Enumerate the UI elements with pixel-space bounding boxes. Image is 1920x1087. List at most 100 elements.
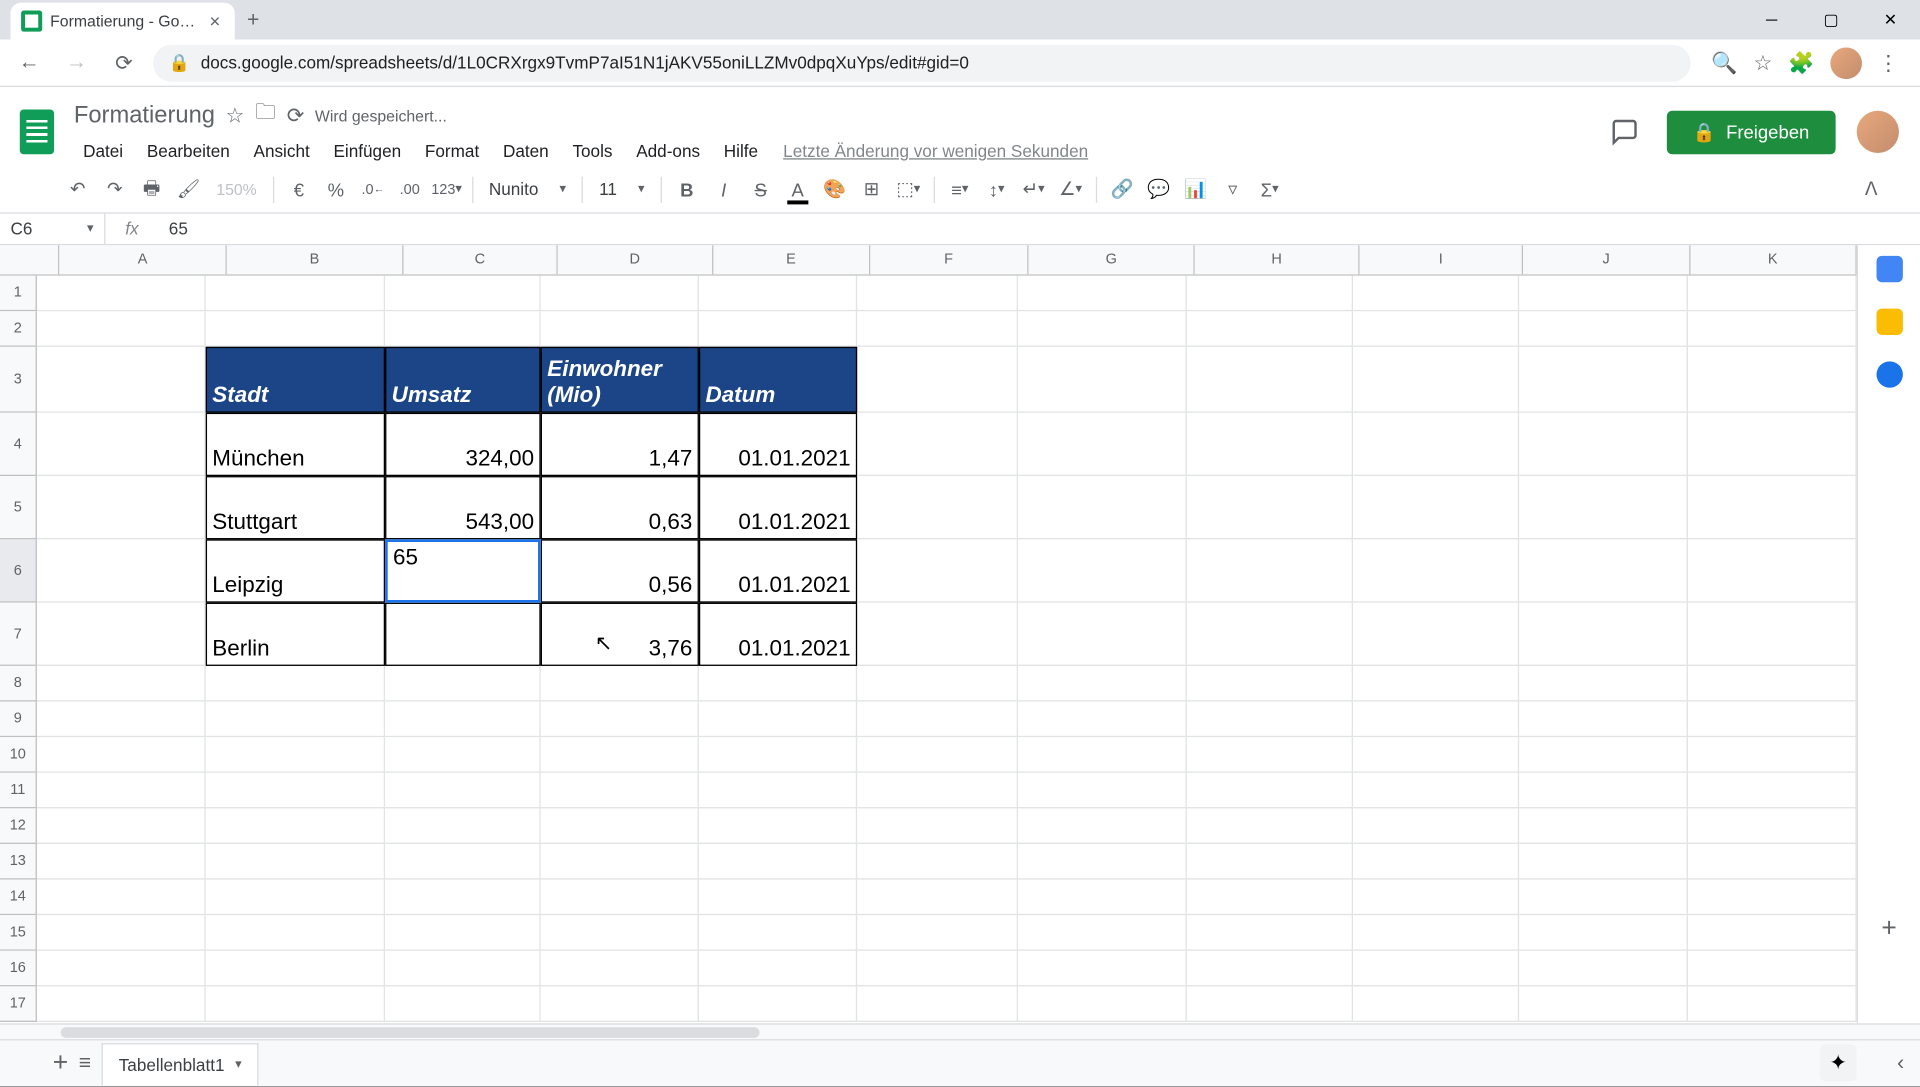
cell[interactable] <box>1688 915 1857 951</box>
percent-button[interactable]: % <box>319 172 353 206</box>
cell[interactable] <box>1187 702 1353 738</box>
last-edit-link[interactable]: Letzte Änderung vor wenigen Sekunden <box>783 141 1088 161</box>
cell[interactable] <box>206 844 385 880</box>
cell[interactable] <box>1353 737 1519 773</box>
cell[interactable] <box>1187 915 1353 951</box>
cell[interactable] <box>857 915 1018 951</box>
cell[interactable] <box>1688 476 1857 539</box>
row-header[interactable]: 4 <box>0 413 37 476</box>
cell[interactable] <box>1519 702 1688 738</box>
text-color-button[interactable]: A <box>780 172 814 206</box>
cell[interactable] <box>1018 915 1187 951</box>
cell[interactable] <box>37 311 206 347</box>
cell[interactable] <box>385 808 541 844</box>
cell[interactable] <box>1353 844 1519 880</box>
cell[interactable] <box>206 666 385 702</box>
cell[interactable] <box>1018 476 1187 539</box>
cell[interactable] <box>37 880 206 916</box>
cell[interactable] <box>1018 986 1187 1022</box>
cell[interactable] <box>699 808 857 844</box>
cell[interactable] <box>1519 808 1688 844</box>
forward-button[interactable]: → <box>58 44 95 81</box>
comments-button[interactable] <box>1603 111 1645 153</box>
cell[interactable] <box>1688 666 1857 702</box>
cell[interactable]: 01.01.2021 <box>699 476 857 539</box>
cell[interactable]: Stuttgart <box>206 476 385 539</box>
cell[interactable] <box>699 773 857 809</box>
menu-file[interactable]: Datei <box>74 136 132 166</box>
cell[interactable] <box>1688 808 1857 844</box>
cell[interactable] <box>1688 539 1857 602</box>
cell[interactable] <box>206 276 385 312</box>
cell[interactable]: 3,76 <box>541 603 699 666</box>
cell[interactable] <box>1187 347 1353 413</box>
cell[interactable] <box>37 702 206 738</box>
row-header[interactable]: 13 <box>0 844 37 880</box>
close-window-button[interactable]: ✕ <box>1861 0 1920 40</box>
cell[interactable] <box>1688 702 1857 738</box>
cell[interactable] <box>1688 347 1857 413</box>
cell[interactable] <box>37 666 206 702</box>
more-formats-button[interactable]: 123▾ <box>430 172 464 206</box>
menu-tools[interactable]: Tools <box>563 136 621 166</box>
cell[interactable] <box>37 844 206 880</box>
cell[interactable] <box>541 808 699 844</box>
cell[interactable] <box>857 539 1018 602</box>
close-tab-icon[interactable]: × <box>206 12 224 30</box>
column-header[interactable]: I <box>1359 245 1523 274</box>
cell[interactable] <box>385 915 541 951</box>
tasks-icon[interactable] <box>1876 361 1902 387</box>
cell[interactable] <box>1688 413 1857 476</box>
browser-tab[interactable]: Formatierung - Google Tabellen × <box>11 3 235 40</box>
font-size-select[interactable]: 11▾ <box>591 179 652 199</box>
cell[interactable] <box>1018 737 1187 773</box>
zoom-icon[interactable]: 🔍 <box>1711 49 1737 75</box>
cell[interactable] <box>1353 347 1519 413</box>
print-button[interactable]: 🖶 <box>135 172 169 206</box>
cell[interactable] <box>37 413 206 476</box>
reload-button[interactable]: ⟳ <box>105 44 142 81</box>
cell[interactable] <box>1187 666 1353 702</box>
cell[interactable] <box>1353 986 1519 1022</box>
cell[interactable] <box>1187 311 1353 347</box>
cell[interactable]: Berlin <box>206 603 385 666</box>
cell[interactable] <box>385 951 541 987</box>
url-field[interactable]: 🔒 docs.google.com/spreadsheets/d/1L0CRXr… <box>153 44 1690 81</box>
menu-help[interactable]: Hilfe <box>715 136 768 166</box>
cell[interactable] <box>541 737 699 773</box>
maximize-button[interactable]: ▢ <box>1801 0 1860 40</box>
cell[interactable] <box>1018 666 1187 702</box>
cell[interactable] <box>857 986 1018 1022</box>
add-sheet-button[interactable]: + <box>53 1048 68 1078</box>
row-header[interactable]: 1 <box>0 276 37 312</box>
cell[interactable] <box>541 915 699 951</box>
sheet-tab-menu-icon[interactable]: ▾ <box>235 1057 242 1072</box>
cell[interactable] <box>857 737 1018 773</box>
cell[interactable]: Einwohner (Mio) <box>541 347 699 413</box>
cell[interactable] <box>206 702 385 738</box>
row-header[interactable]: 16 <box>0 951 37 987</box>
cell[interactable] <box>1519 476 1688 539</box>
cell[interactable] <box>385 603 541 666</box>
cell[interactable] <box>1519 951 1688 987</box>
cell[interactable] <box>1018 413 1187 476</box>
column-header[interactable]: D <box>557 245 713 274</box>
cell[interactable] <box>857 702 1018 738</box>
wrap-button[interactable]: ↵▾ <box>1017 172 1051 206</box>
cell[interactable] <box>857 276 1018 312</box>
cell[interactable] <box>1353 311 1519 347</box>
column-header[interactable]: A <box>60 245 227 274</box>
collapse-toolbar-button[interactable]: ᐱ <box>1854 172 1888 206</box>
cell[interactable] <box>541 666 699 702</box>
keep-icon[interactable] <box>1876 309 1902 335</box>
cell[interactable] <box>1018 276 1187 312</box>
cell[interactable] <box>206 808 385 844</box>
cell[interactable] <box>1187 808 1353 844</box>
cell[interactable] <box>857 603 1018 666</box>
cell[interactable] <box>541 986 699 1022</box>
cell[interactable] <box>857 844 1018 880</box>
bold-button[interactable]: B <box>670 172 704 206</box>
cell[interactable] <box>857 666 1018 702</box>
sheet-tab[interactable]: Tabellenblatt1 ▾ <box>102 1042 259 1084</box>
cell[interactable] <box>1187 476 1353 539</box>
